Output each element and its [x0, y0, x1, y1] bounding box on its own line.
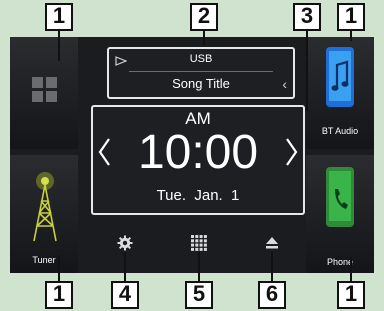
source-list-tile[interactable]: [10, 37, 78, 149]
leader-line-6: [271, 252, 273, 281]
tuner-label: Tuner: [32, 255, 56, 265]
leader-line-2: [203, 31, 205, 45]
leader-line-1-bottom-right: [350, 258, 352, 281]
clock-date: Tue. Jan. 1: [156, 187, 240, 204]
leader-line-3: [306, 31, 308, 111]
bt-audio-label: BT Audio: [321, 126, 359, 136]
tuner-tower-icon: [28, 171, 62, 248]
phone-icon: [326, 167, 354, 232]
source-divider: [129, 71, 273, 72]
head-unit-screen: Tuner BT Audio Phone USB Song Title ‹ AM…: [10, 37, 374, 273]
source-info-box[interactable]: USB Song Title ‹: [107, 47, 295, 99]
callout-1-top-right: 1: [337, 3, 365, 31]
bt-audio-icon: [326, 47, 354, 112]
chevron-left-icon[interactable]: [97, 137, 111, 172]
clock-widget[interactable]: AM 10:00 Tue. Jan. 1: [91, 105, 305, 215]
leader-line-5: [198, 252, 200, 281]
callout-1-bottom-right: 1: [337, 281, 365, 309]
callout-4: 4: [111, 281, 139, 309]
source-name: USB: [189, 53, 213, 65]
leader-line-1-bottom-left: [58, 255, 60, 281]
leader-line-4: [124, 252, 126, 281]
callout-6: 6: [258, 281, 286, 309]
clock-time: 10:00: [137, 126, 259, 179]
track-title: Song Title: [172, 76, 230, 91]
callout-2: 2: [190, 3, 218, 31]
bt-audio-tile[interactable]: BT Audio: [306, 37, 374, 149]
callout-1-bottom-left: 1: [45, 281, 73, 309]
phone-tile[interactable]: Phone: [306, 155, 374, 273]
chevron-right-icon[interactable]: [285, 137, 299, 172]
tuner-tile[interactable]: Tuner: [10, 155, 78, 273]
leader-line-1-top-left: [58, 31, 60, 61]
callout-3: 3: [293, 3, 321, 31]
callout-5: 5: [185, 281, 213, 309]
grid-icon: [32, 77, 58, 103]
chevron-left-icon: ‹: [282, 76, 287, 92]
phone-label: Phone: [326, 257, 354, 267]
leader-line-1-top-right: [350, 31, 352, 41]
callout-1-top-left: 1: [45, 3, 73, 31]
